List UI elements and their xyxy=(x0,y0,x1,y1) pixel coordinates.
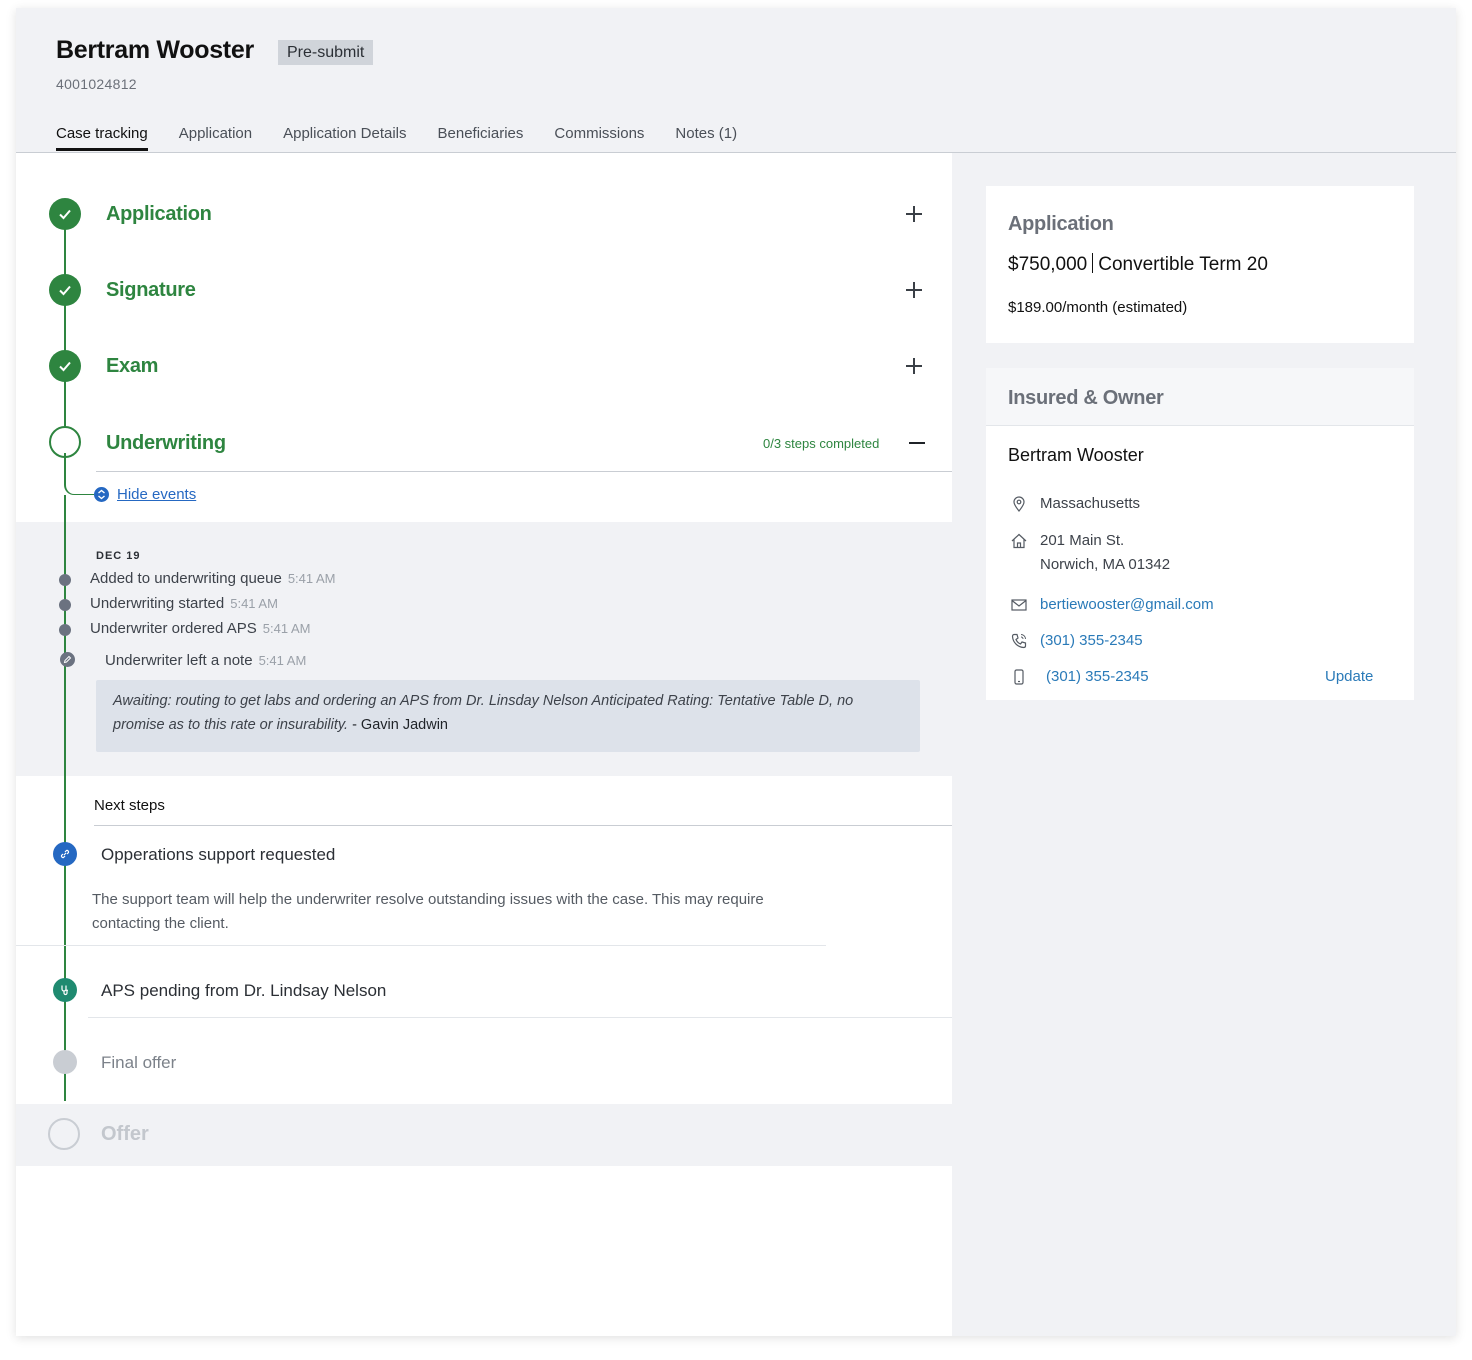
expand-application-button[interactable] xyxy=(906,206,922,222)
pending-circle-icon xyxy=(48,1118,80,1150)
stage-offer: Offer xyxy=(16,1104,952,1166)
expand-exam-button[interactable] xyxy=(906,358,922,374)
toggle-chevron-icon[interactable] xyxy=(94,487,109,502)
insured-mobile-link[interactable]: (301) 355-2345 xyxy=(1046,665,1149,689)
events-connector xyxy=(64,453,94,495)
tab-application[interactable]: Application xyxy=(179,125,252,151)
stage-underwriting-title: Underwriting xyxy=(106,432,226,454)
location-pin-icon xyxy=(1010,495,1028,513)
monthly-premium: $189.00/month (estimated) xyxy=(1008,299,1188,316)
status-badge: Pre-submit xyxy=(278,40,374,65)
next-step-title: APS pending from Dr. Lindsay Nelson xyxy=(101,981,387,1000)
expand-signature-button[interactable] xyxy=(906,282,922,298)
next-step-title: Opperations support requested xyxy=(101,845,336,864)
underwriter-note: Awaiting: routing to get labs and orderi… xyxy=(96,680,920,752)
next-steps-heading: Next steps xyxy=(94,797,165,814)
insured-email-link[interactable]: bertiewooster@gmail.com xyxy=(1040,593,1214,617)
card-header: Insured & Owner xyxy=(986,368,1414,426)
next-step-description: The support team will help the underwrit… xyxy=(92,891,764,932)
tab-notes[interactable]: Notes (1) xyxy=(675,125,737,151)
mail-icon xyxy=(1010,596,1028,614)
insured-address: 201 Main St. Norwich, MA 01342 xyxy=(1040,532,1171,573)
stage-signature-title: Signature xyxy=(106,279,196,301)
insured-name: Bertram Wooster xyxy=(1008,445,1144,465)
tab-case-tracking[interactable]: Case tracking xyxy=(56,125,148,151)
step-divider xyxy=(88,1017,952,1018)
tab-commissions[interactable]: Commissions xyxy=(554,125,644,151)
timeline-line xyxy=(64,213,66,453)
client-name: Bertram Wooster xyxy=(56,36,254,64)
phone-icon xyxy=(1010,632,1028,650)
check-icon xyxy=(49,274,81,306)
event-log: DEC 19 Added to underwriting queue 5:41 A… xyxy=(16,522,952,776)
card-heading: Application xyxy=(1008,213,1114,235)
tab-bar: Case tracking Application Application De… xyxy=(56,125,768,151)
event-dot xyxy=(59,574,71,586)
step-divider xyxy=(16,945,826,946)
stethoscope-icon xyxy=(53,978,77,1002)
stage-offer-title: Offer xyxy=(101,1123,149,1145)
check-icon xyxy=(49,350,81,382)
pencil-icon xyxy=(60,652,75,667)
case-tracker: Application Signature Exam Underwriting … xyxy=(16,153,952,1336)
application-summary-card: Application $750,000 Convertible Term 20 … xyxy=(986,186,1414,343)
tab-beneficiaries[interactable]: Beneficiaries xyxy=(438,125,524,151)
event-item: Underwriting started 5:41 AM xyxy=(90,595,278,612)
coverage-amount: $750,000 Convertible Term 20 xyxy=(1008,253,1268,275)
event-dot xyxy=(59,599,71,611)
insured-state: Massachusetts xyxy=(1040,495,1141,512)
card-heading: Insured & Owner xyxy=(1008,387,1164,409)
insured-phone-link[interactable]: (301) 355-2345 xyxy=(1040,629,1143,653)
next-steps-divider xyxy=(94,825,952,826)
event-date: DEC 19 xyxy=(96,550,141,562)
underwriting-progress: 0/3 steps completed xyxy=(763,436,880,451)
mobile-phone-icon xyxy=(1010,668,1028,686)
underwriting-divider xyxy=(96,471,952,472)
case-id: 4001024812 xyxy=(56,76,137,92)
event-dot xyxy=(59,624,71,636)
timeline-line xyxy=(64,522,66,776)
link-icon xyxy=(53,842,77,866)
stage-exam-title: Exam xyxy=(106,355,159,377)
next-step-title: Final offer xyxy=(101,1053,177,1072)
home-icon xyxy=(1010,532,1028,550)
update-contact-link[interactable]: Update xyxy=(1325,668,1373,685)
pending-dot-icon xyxy=(53,1050,77,1074)
tab-application-details[interactable]: Application Details xyxy=(283,125,406,151)
check-icon xyxy=(49,198,81,230)
stage-application-title: Application xyxy=(106,203,212,225)
event-item: Added to underwriting queue 5:41 AM xyxy=(90,570,336,587)
hide-events-link[interactable]: Hide events xyxy=(117,486,196,503)
collapse-underwriting-button[interactable] xyxy=(909,442,925,444)
event-item: Underwriter left a note 5:41 AM xyxy=(105,652,307,669)
event-item: Underwriter ordered APS 5:41 AM xyxy=(90,620,311,637)
case-page: Bertram Wooster Pre-submit 4001024812 Ca… xyxy=(16,8,1456,1336)
insured-owner-card: Insured & Owner Bertram Wooster Massachu… xyxy=(986,368,1414,700)
